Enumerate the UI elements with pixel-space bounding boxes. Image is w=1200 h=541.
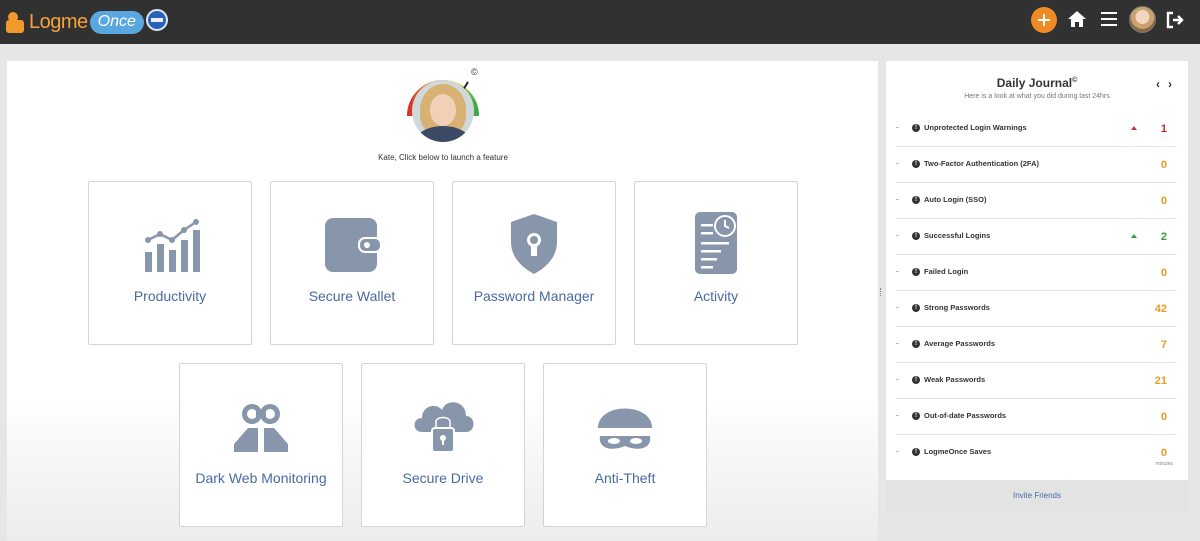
add-button[interactable] bbox=[1031, 7, 1057, 33]
feature-launcher-panel: © Kate, Click below to launch a feature … bbox=[7, 61, 878, 541]
journal-row-label: Failed Login bbox=[924, 267, 969, 276]
info-icon[interactable]: ! bbox=[912, 160, 920, 168]
tile-label: Dark Web Monitoring bbox=[195, 470, 327, 486]
daily-journal-panel: Daily Journal© Here is a look at what yo… bbox=[886, 61, 1188, 511]
tile-label: Productivity bbox=[133, 288, 207, 304]
journal-row-strong-passwords[interactable]: ! Strong Passwords 42 bbox=[896, 291, 1177, 327]
journal-row-label: LogmeOnce Saves bbox=[924, 447, 992, 456]
journal-subtitle: Here is a look at what you did during la… bbox=[964, 93, 1110, 100]
tile-activity[interactable]: Activity bbox=[634, 181, 798, 345]
binoculars-icon bbox=[234, 404, 288, 452]
journal-row-unit: minutes bbox=[1155, 461, 1173, 467]
journal-row-value: 0 bbox=[1160, 159, 1167, 171]
tile-productivity[interactable]: Productivity bbox=[88, 181, 252, 345]
hamburger-menu-icon[interactable] bbox=[1101, 12, 1117, 26]
bar-chart-icon bbox=[145, 219, 200, 272]
journal-prev-button[interactable]: ‹ bbox=[1156, 77, 1160, 91]
info-icon[interactable]: ! bbox=[912, 268, 920, 276]
journal-row-label: Successful Logins bbox=[924, 231, 991, 240]
journal-title: Daily Journal© bbox=[996, 76, 1078, 90]
journal-row-2fa[interactable]: ! Two-Factor Authentication (2FA) 0 bbox=[896, 147, 1177, 183]
info-icon[interactable]: ! bbox=[912, 340, 920, 348]
journal-row-value: 1 bbox=[1160, 123, 1167, 135]
journal-row-weak-passwords[interactable]: ! Weak Passwords 21 bbox=[896, 363, 1177, 399]
journal-row-value: 0 bbox=[1160, 195, 1167, 207]
journal-row-logmeonce-saves[interactable]: ! LogmeOnce Saves 0 minutes bbox=[896, 435, 1177, 471]
journal-row-label: Strong Passwords bbox=[924, 303, 990, 312]
logout-icon[interactable] bbox=[1166, 11, 1184, 29]
journal-row-label: Out-of-date Passwords bbox=[924, 411, 1007, 420]
journal-row-label: Weak Passwords bbox=[924, 375, 986, 384]
journal-row-label: Auto Login (SSO) bbox=[924, 195, 987, 204]
tile-dark-web-monitoring[interactable]: Dark Web Monitoring bbox=[179, 363, 343, 527]
tile-password-manager[interactable]: Password Manager bbox=[452, 181, 616, 345]
tile-label: Secure Drive bbox=[402, 470, 484, 486]
cloud-lock-icon bbox=[414, 402, 474, 453]
info-icon[interactable]: ! bbox=[912, 376, 920, 384]
journal-row-value: 7 bbox=[1160, 339, 1167, 351]
gauge-copyright: © bbox=[471, 67, 478, 77]
activity-log-icon bbox=[695, 212, 737, 274]
logo-mark-icon bbox=[6, 10, 26, 34]
journal-list: ! Unprotected Login Warnings 1 ! Two-Fac… bbox=[896, 111, 1177, 471]
trend-up-green-icon bbox=[1131, 234, 1137, 238]
journal-next-button[interactable]: › bbox=[1168, 77, 1172, 91]
info-icon[interactable]: ! bbox=[912, 124, 920, 132]
profile-photo[interactable] bbox=[412, 80, 474, 142]
journal-row-label: Average Passwords bbox=[924, 339, 996, 348]
launch-prompt: Kate, Click below to launch a feature bbox=[378, 153, 508, 162]
journal-row-value: 2 bbox=[1160, 231, 1167, 243]
certification-seal-icon bbox=[146, 9, 168, 31]
info-icon[interactable]: ! bbox=[912, 448, 920, 456]
logo-text: Logme bbox=[29, 10, 88, 33]
trend-up-red-icon bbox=[1131, 126, 1137, 130]
info-icon[interactable]: ! bbox=[912, 232, 920, 240]
journal-row-label: Two-Factor Authentication (2FA) bbox=[924, 159, 1039, 168]
tile-label: Anti-Theft bbox=[594, 470, 656, 486]
tile-label: Activity bbox=[693, 288, 739, 304]
home-icon[interactable] bbox=[1067, 10, 1087, 28]
journal-row-auto-login[interactable]: ! Auto Login (SSO) 0 bbox=[896, 183, 1177, 219]
logmeonce-logo[interactable]: Logme Once bbox=[6, 8, 144, 36]
info-icon[interactable]: ! bbox=[912, 196, 920, 204]
panel-resize-handle[interactable] bbox=[880, 288, 882, 296]
user-avatar[interactable] bbox=[1129, 6, 1156, 33]
journal-row-label: Unprotected Login Warnings bbox=[924, 123, 1027, 132]
journal-row-out-of-date-passwords[interactable]: ! Out-of-date Passwords 0 bbox=[896, 399, 1177, 435]
tile-label: Secure Wallet bbox=[308, 288, 396, 304]
invite-friends-link[interactable]: Invite Friends bbox=[886, 480, 1188, 511]
journal-row-failed-login[interactable]: ! Failed Login 0 bbox=[896, 255, 1177, 291]
tile-secure-drive[interactable]: Secure Drive bbox=[361, 363, 525, 527]
wallet-icon bbox=[325, 218, 382, 272]
top-bar: Logme Once bbox=[0, 0, 1200, 44]
journal-row-value: 0 bbox=[1160, 447, 1167, 459]
logo-suffix: Once bbox=[89, 10, 144, 34]
journal-row-value: 42 bbox=[1154, 303, 1167, 315]
info-icon[interactable]: ! bbox=[912, 304, 920, 312]
shield-lock-icon bbox=[511, 214, 557, 274]
security-score-gauge bbox=[402, 70, 484, 152]
journal-row-unprotected-login-warnings[interactable]: ! Unprotected Login Warnings 1 bbox=[896, 111, 1177, 147]
journal-row-value: 0 bbox=[1160, 267, 1167, 279]
journal-title-mark: © bbox=[1072, 77, 1078, 84]
journal-row-value: 0 bbox=[1160, 411, 1167, 423]
tile-label: Password Manager bbox=[473, 288, 595, 304]
info-icon[interactable]: ! bbox=[912, 412, 920, 420]
journal-row-value: 21 bbox=[1154, 375, 1167, 387]
journal-row-successful-logins[interactable]: ! Successful Logins 2 bbox=[896, 219, 1177, 255]
tile-anti-theft[interactable]: Anti-Theft bbox=[543, 363, 707, 527]
thief-mask-icon bbox=[596, 408, 654, 449]
tile-secure-wallet[interactable]: Secure Wallet bbox=[270, 181, 434, 345]
journal-row-average-passwords[interactable]: ! Average Passwords 7 bbox=[896, 327, 1177, 363]
